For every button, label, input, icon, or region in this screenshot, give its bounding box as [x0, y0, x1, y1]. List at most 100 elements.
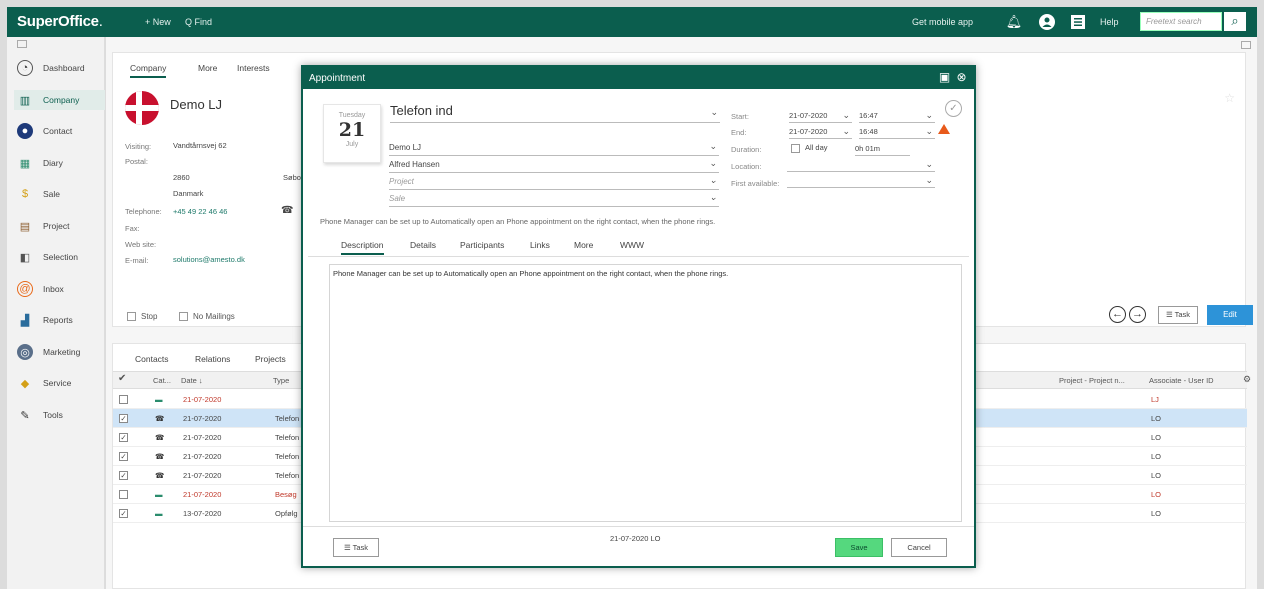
panel-toggle-icon[interactable] [1241, 41, 1251, 49]
chevron-down-icon: ⌄ [709, 141, 717, 151]
bell-icon[interactable]: 🔔︎ [1006, 14, 1023, 30]
row-checkbox[interactable]: ✓ [119, 509, 128, 518]
column-settings-gear-icon[interactable]: ⚙ [1243, 374, 1251, 385]
sidebar-item-diary[interactable]: ▦ Diary [17, 153, 105, 173]
footer-divider [303, 526, 974, 527]
duration-input[interactable]: 0h 01m [855, 142, 910, 156]
row-checkbox[interactable]: ✓ [119, 452, 128, 461]
location-select[interactable]: ⌄ [787, 158, 935, 172]
row-checkbox[interactable]: ✓ [119, 433, 128, 442]
sidebar-item-service[interactable]: ◆ Service [17, 373, 105, 393]
all-day-checkbox[interactable]: All day [791, 143, 828, 153]
selection-icon: ◧ [19, 251, 31, 264]
tab-projects[interactable]: Projects [255, 354, 286, 364]
row-type: Telefon [275, 433, 300, 442]
row-checkbox[interactable] [119, 395, 128, 404]
sidebar-item-selection[interactable]: ◧ Selection [17, 247, 105, 267]
reports-icon: ▟ [20, 314, 30, 327]
row-date: 21-07-2020 [183, 490, 222, 499]
column-header-associate[interactable]: Associate - User ID [1149, 376, 1214, 385]
tab-relations[interactable]: Relations [195, 354, 230, 364]
next-arrow-icon[interactable]: → [1129, 306, 1146, 323]
visiting-address: Vandtårnsvej 62 [173, 141, 227, 150]
find-button[interactable]: Q Find [185, 17, 212, 27]
sidebar-item-dashboard[interactable]: ◔ Dashboard [17, 58, 105, 78]
freetext-search-input[interactable]: Freetext search [1140, 12, 1222, 31]
sidebar-item-company[interactable]: ▥ Company [14, 90, 105, 110]
select-all-check-icon[interactable]: ✔ [118, 373, 126, 384]
start-label: Start: [731, 112, 749, 121]
start-time-select[interactable]: 16:47 ⌄ [859, 109, 935, 123]
row-checkbox[interactable] [119, 490, 128, 499]
app-logo[interactable]: SuperOffice. [17, 13, 103, 30]
row-date: 21-07-2020 [183, 471, 222, 480]
first-available-select[interactable]: ⌄ [787, 174, 935, 188]
task-button[interactable]: ☰ Task [333, 538, 379, 557]
tab-more[interactable]: More [574, 240, 593, 250]
save-button[interactable]: Save [835, 538, 883, 557]
column-header-category[interactable]: Cat... [153, 376, 171, 385]
completed-check-icon[interactable]: ✓ [945, 100, 962, 117]
search-icon[interactable]: ⌕ [1224, 12, 1246, 31]
telephone-value[interactable]: +45 49 22 46 46 [173, 207, 227, 216]
row-checkbox[interactable]: ✓ [119, 414, 128, 423]
date-weekday: Tuesday [338, 112, 366, 119]
column-header-type[interactable]: Type [273, 376, 289, 385]
sale-select[interactable]: Sale ⌄ [389, 191, 719, 207]
tab-description[interactable]: Description [341, 240, 384, 255]
sidebar-item-project[interactable]: ▤ Project [17, 216, 105, 236]
sidebar-collapse-icon[interactable] [17, 40, 27, 48]
tab-details[interactable]: Details [410, 240, 436, 250]
tab-links[interactable]: Links [530, 240, 550, 250]
project-select[interactable]: Project ⌄ [389, 174, 719, 190]
end-time-select[interactable]: 16:48 ⌄ [859, 125, 935, 139]
chevron-down-icon: ⌄ [709, 175, 717, 185]
top-bar: SuperOffice. + New Q Find Get mobile app… [7, 7, 1257, 37]
previous-arrow-icon[interactable]: ← [1109, 306, 1126, 323]
sidebar-item-tools[interactable]: ✎ Tools [17, 405, 105, 425]
company-task-button[interactable]: ☰ Task [1158, 306, 1198, 324]
sidebar-item-reports[interactable]: ▟ Reports [17, 310, 105, 330]
tab-participants[interactable]: Participants [460, 240, 504, 250]
description-textarea[interactable]: Phone Manager can be set up to Automatic… [329, 264, 962, 522]
close-icon[interactable]: ⊗ [954, 70, 969, 85]
phone-icon[interactable]: ☎ [281, 205, 293, 216]
edit-button[interactable]: Edit [1207, 305, 1253, 325]
list-icon[interactable] [1070, 14, 1086, 30]
location-label: Location: [731, 162, 762, 171]
company-select[interactable]: Demo LJ ⌄ [389, 140, 719, 156]
phone-icon: ☎ [155, 414, 165, 423]
get-mobile-app-link[interactable]: Get mobile app [912, 17, 973, 27]
tab-www[interactable]: WWW [620, 240, 644, 250]
chevron-down-icon: ⌄ [709, 192, 717, 202]
column-header-project[interactable]: Project - Project n... [1059, 376, 1125, 385]
email-value[interactable]: solutions@amesto.dk [173, 255, 245, 264]
column-header-date[interactable]: Date ↓ [181, 376, 203, 385]
stop-checkbox[interactable]: Stop [127, 312, 157, 322]
appointment-title-select[interactable]: Telefon ind ⌄ [390, 103, 720, 123]
sidebar-item-contact[interactable]: ● Contact [17, 121, 105, 141]
tab-interests[interactable]: Interests [237, 63, 270, 73]
start-date-select[interactable]: 21-07-2020 ⌄ [789, 109, 852, 123]
new-button[interactable]: + New [145, 17, 171, 27]
row-checkbox[interactable]: ✓ [119, 471, 128, 480]
no-mailings-checkbox[interactable]: No Mailings [179, 312, 235, 322]
cancel-button[interactable]: Cancel [891, 538, 947, 557]
minimize-icon[interactable]: ▣ [937, 70, 952, 85]
favorite-star-icon[interactable]: ☆ [1224, 91, 1235, 105]
help-link[interactable]: Help [1100, 17, 1119, 27]
sidebar-item-sale[interactable]: $ Sale [17, 184, 105, 204]
tab-more[interactable]: More [198, 63, 217, 73]
user-icon[interactable] [1039, 14, 1055, 30]
company-name: Demo LJ [170, 97, 223, 112]
tab-contacts[interactable]: Contacts [135, 354, 169, 364]
fax-label: Fax: [125, 224, 140, 233]
tab-company[interactable]: Company [130, 63, 167, 78]
contact-select[interactable]: Alfred Hansen ⌄ [389, 157, 719, 173]
sidebar-item-marketing[interactable]: ◎ Marketing [17, 342, 105, 362]
end-label: End: [731, 128, 747, 137]
diary-icon: ▦ [19, 157, 31, 170]
phone-icon: ☎ [155, 471, 165, 480]
end-date-select[interactable]: 21-07-2020 ⌄ [789, 125, 852, 139]
sidebar-item-inbox[interactable]: @ Inbox [17, 279, 105, 299]
